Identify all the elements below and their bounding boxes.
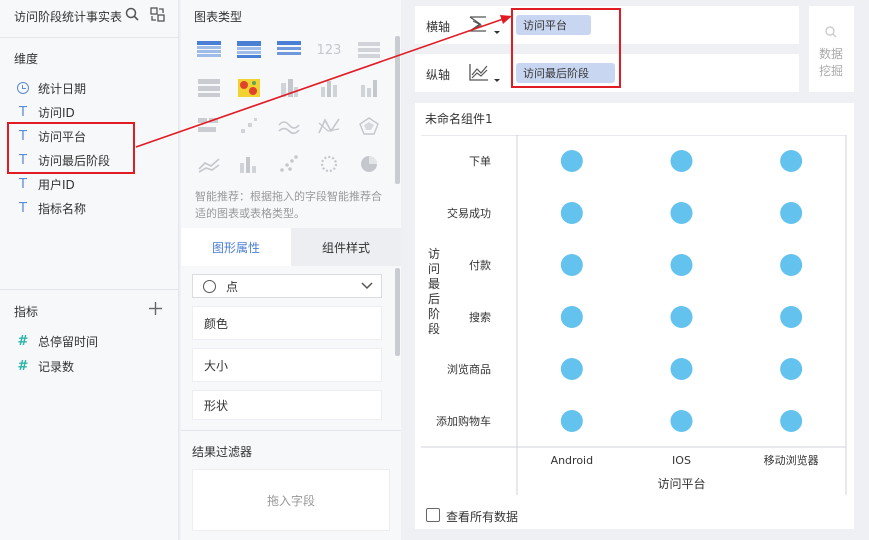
scatter-point xyxy=(670,306,693,328)
scatter-point xyxy=(780,254,803,276)
scatter-point xyxy=(780,306,803,328)
x-axis-title: 访问平台 xyxy=(657,476,705,491)
y-tick-label: 添加购物车 xyxy=(436,414,491,428)
show-all-checkbox[interactable] xyxy=(426,508,440,522)
y-axis-title: 访 xyxy=(428,247,440,261)
y-tick-label: 浏览商品 xyxy=(447,362,491,376)
scatter-point xyxy=(670,202,693,224)
scatter-point xyxy=(780,150,803,172)
y-tick-label: 交易成功 xyxy=(447,206,491,220)
y-tick-label: 下单 xyxy=(469,155,491,168)
x-tick-label: IOS xyxy=(672,454,691,467)
y-axis-title: 段 xyxy=(428,321,440,336)
chart-title: 未命名组件1 xyxy=(425,112,493,126)
y-tick-label: 付款 xyxy=(469,258,491,272)
scatter-point xyxy=(560,306,583,328)
scatter-point xyxy=(780,358,803,380)
x-tick-label: Android xyxy=(551,454,594,467)
scatter-point xyxy=(560,202,583,224)
x-tick-label: 移动浏览器 xyxy=(764,453,819,467)
chart-svg: 下单交易成功付款搜索浏览商品添加购物车 Android IOS 移动浏览器访问平台 访问… xyxy=(421,134,847,495)
scatter-point xyxy=(670,150,693,172)
scatter-point xyxy=(560,358,583,380)
y-axis-title: 最 xyxy=(428,277,440,291)
scatter-point xyxy=(560,150,583,172)
scatter-point xyxy=(560,254,583,276)
y-axis-title: 后 xyxy=(428,292,440,306)
scatter-point xyxy=(670,254,693,276)
y-axis-title: 阶 xyxy=(428,307,440,321)
chart-plot: 下单交易成功付款搜索浏览商品添加购物车 Android IOS 移动浏览器访问平台 访问… xyxy=(421,134,848,495)
scatter-point xyxy=(780,202,803,224)
show-all-label: 查看所有数据 xyxy=(446,510,519,524)
scatter-point xyxy=(670,358,693,380)
y-tick-label: 搜索 xyxy=(469,310,491,324)
scatter-point xyxy=(670,410,693,432)
y-axis-title: 问 xyxy=(428,262,440,276)
scatter-point xyxy=(780,410,803,432)
scatter-point xyxy=(560,410,583,432)
chart-component: 未命名组件1 下单交易成功付款搜索浏览商品添加购物车 Android IOS 移动浏览… xyxy=(415,103,854,529)
